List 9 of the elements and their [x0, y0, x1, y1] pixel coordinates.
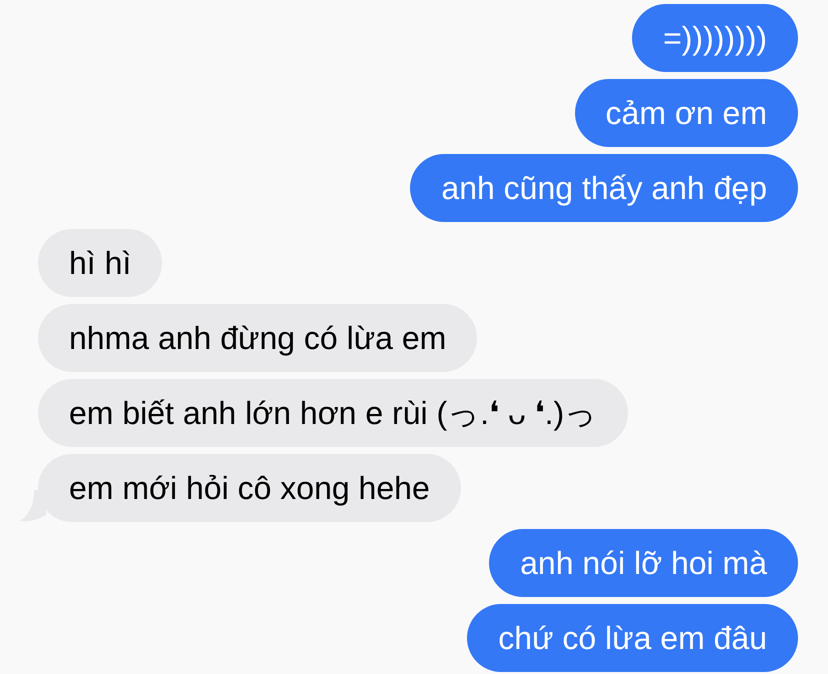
message-bubble: anh cũng thấy anh đẹp [410, 154, 798, 222]
message-bubble: nhma anh đừng có lừa em [38, 304, 478, 372]
message-bubble: hì hì [38, 229, 162, 297]
message-bubble: cảm ơn em [574, 79, 798, 147]
message-bubble: em mới hỏi cô xong hehe [38, 454, 461, 522]
message-bubble: chứ có lừa em đâu [467, 604, 798, 672]
message-bubble: anh nói lỡ hoi mà [489, 529, 798, 597]
message-bubble: =)))))))) [632, 4, 798, 72]
message-bubble: em biết anh lớn hơn e rùi (っ.❛ ᴗ ❛.)っ [38, 379, 628, 447]
